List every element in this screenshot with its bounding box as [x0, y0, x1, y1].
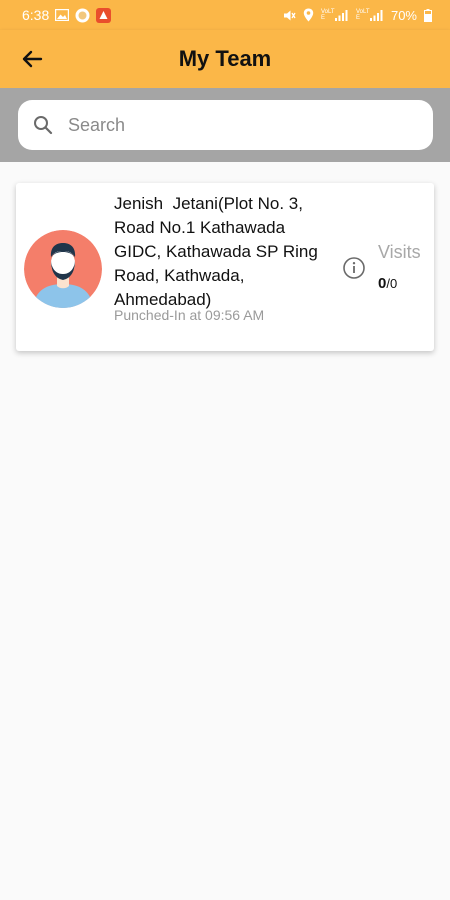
visits-count: 0/0	[378, 275, 397, 292]
alert-notification-icon	[96, 7, 112, 23]
page-title: My Team	[178, 46, 272, 71]
back-button[interactable]	[16, 43, 48, 75]
gallery-notification-icon	[55, 9, 70, 21]
status-time: 6:38	[22, 7, 50, 23]
member-name: Jenish Jetani(Plot No. 3, Road No.1 Kath…	[114, 194, 323, 309]
arrow-left-icon	[22, 50, 43, 68]
location-icon	[303, 8, 314, 22]
signal-icon-sim1: VoLTE	[321, 9, 349, 21]
mute-icon	[283, 9, 296, 22]
info-icon[interactable]	[342, 256, 366, 280]
battery-icon	[424, 8, 432, 22]
avatar	[24, 230, 102, 308]
punch-status: Punched-In at 09:56 AM	[114, 307, 265, 323]
search-box[interactable]	[18, 100, 433, 150]
network-label-sim2: VoLTE	[355, 9, 370, 21]
team-member-card[interactable]: Jenish Jetani(Plot No. 3, Road No.1 Kath…	[16, 183, 434, 351]
signal-icon-sim2: VoLTE	[356, 9, 384, 21]
battery-percent: 70%	[390, 7, 417, 23]
app-notification-icon	[75, 8, 90, 23]
visits-label: Visits	[378, 242, 421, 262]
network-label-sim1: VoLTE	[320, 9, 335, 21]
app-bar: My Team	[0, 30, 450, 88]
search-icon	[32, 114, 54, 136]
visits-total: 0	[389, 276, 398, 291]
search-input[interactable]	[68, 114, 398, 136]
status-bar: 6:38 VoLTE VoLTE 70%	[0, 0, 450, 30]
search-bar-container	[0, 88, 450, 162]
